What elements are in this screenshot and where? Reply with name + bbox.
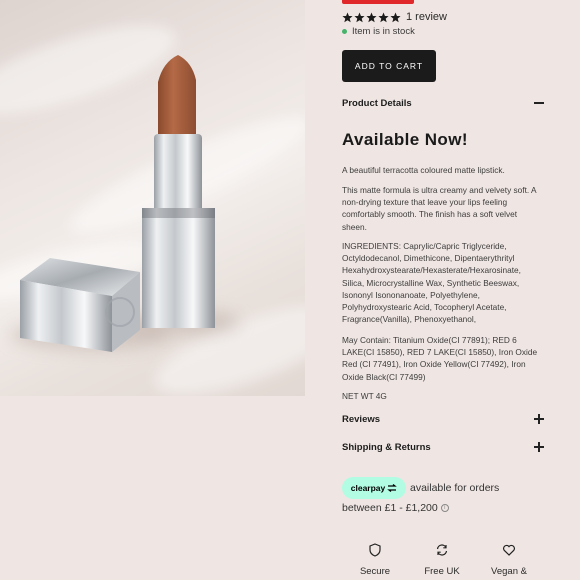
heart-icon bbox=[503, 544, 515, 556]
clearpay-range-text: between £1 - £1,200 bbox=[342, 502, 438, 514]
feature-free-uk: Free UK bbox=[412, 543, 472, 579]
product-ingredients: INGREDIENTS: Caprylic/Capric Triglycerid… bbox=[342, 241, 521, 325]
plus-icon[interactable] bbox=[534, 442, 544, 452]
star-icon bbox=[342, 12, 353, 22]
product-image bbox=[0, 0, 305, 396]
stock-status-text: Item is in stock bbox=[352, 26, 415, 37]
star-icon bbox=[354, 12, 365, 22]
feature-secure: Secure bbox=[345, 543, 405, 579]
clearpay-message: clearpay available for orders bbox=[342, 477, 499, 499]
review-count-link[interactable]: 1 review bbox=[406, 11, 447, 23]
lipstick-illustration bbox=[20, 55, 215, 352]
feature-vegan: Vegan & bbox=[479, 543, 539, 579]
clearpay-logo[interactable]: clearpay bbox=[342, 477, 406, 499]
clearpay-brand: clearpay bbox=[350, 483, 386, 493]
net-weight: NET WT 4G bbox=[342, 391, 387, 401]
plus-icon[interactable] bbox=[534, 414, 544, 424]
minus-icon[interactable] bbox=[534, 98, 544, 108]
accordion-title: Reviews bbox=[342, 413, 381, 425]
section-heading: Available Now! bbox=[342, 130, 468, 149]
product-may-contain: May Contain: Titanium Oxide(CI 77891); R… bbox=[342, 335, 538, 382]
product-description: A beautiful terracotta coloured matte li… bbox=[342, 165, 505, 175]
clearpay-text: available for orders bbox=[410, 482, 500, 494]
accordion-title: Product Details bbox=[342, 97, 412, 109]
feature-label: Vegan & bbox=[491, 566, 527, 577]
accordion-reviews[interactable]: Reviews bbox=[342, 410, 544, 428]
refresh-icon bbox=[436, 544, 448, 556]
accordion-product-details[interactable]: Product Details bbox=[342, 94, 544, 112]
clearpay-range: between £1 - £1,200 i bbox=[342, 502, 449, 514]
star-icon bbox=[390, 12, 401, 22]
sale-badge bbox=[342, 0, 414, 4]
star-rating[interactable]: 1 review bbox=[342, 11, 447, 23]
info-icon[interactable]: i bbox=[440, 504, 449, 512]
clearpay-arrows-icon bbox=[387, 484, 398, 492]
stock-status: Item is in stock bbox=[342, 26, 415, 37]
product-formula: This matte formula is ultra creamy and v… bbox=[342, 185, 537, 232]
shield-icon bbox=[369, 543, 381, 557]
accordion-title: Shipping & Returns bbox=[342, 441, 431, 453]
feature-label: Free UK bbox=[424, 566, 460, 577]
in-stock-dot-icon bbox=[342, 29, 347, 34]
star-icon bbox=[366, 12, 377, 22]
feature-label: Secure bbox=[359, 566, 391, 577]
add-to-cart-button[interactable]: ADD TO CART bbox=[342, 50, 436, 82]
star-icon bbox=[378, 12, 389, 22]
accordion-shipping-returns[interactable]: Shipping & Returns bbox=[342, 438, 544, 456]
